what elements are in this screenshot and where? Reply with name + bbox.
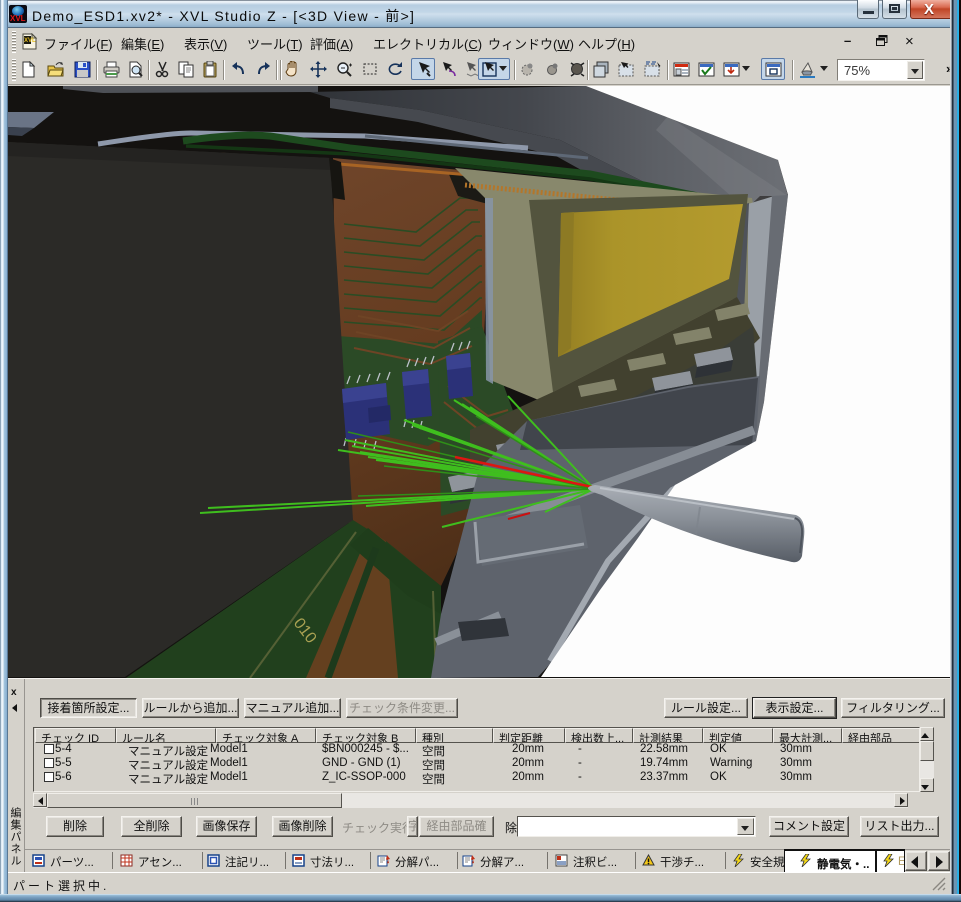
svg-text:XVL: XVL bbox=[24, 38, 36, 44]
